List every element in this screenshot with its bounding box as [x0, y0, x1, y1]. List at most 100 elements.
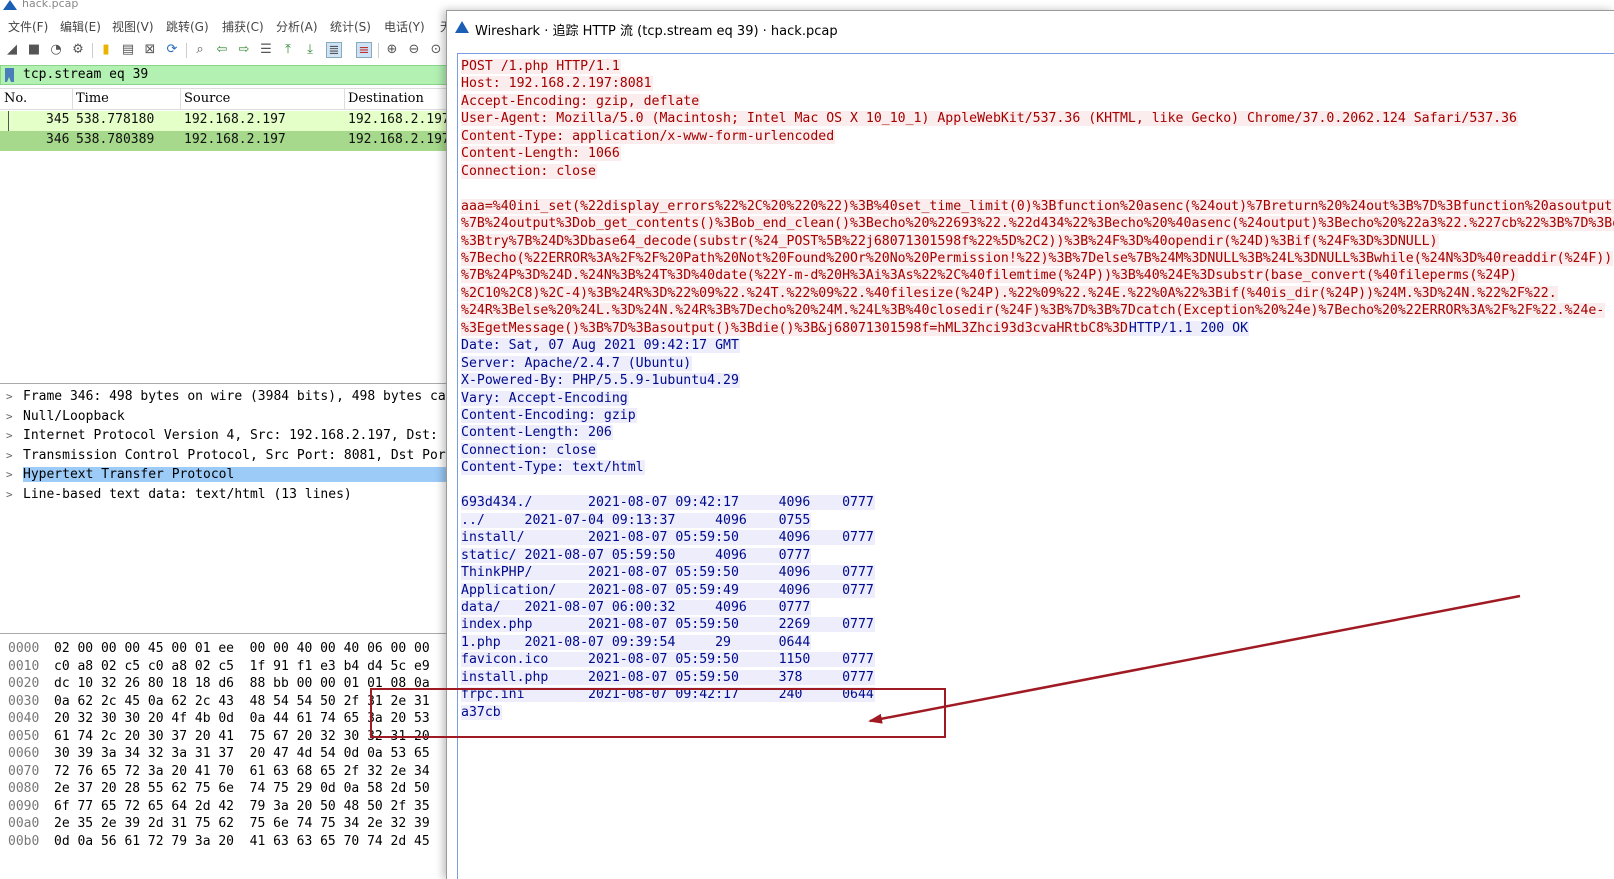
stream-content[interactable]: POST /1.php HTTP/1.1 Host: 192.168.2.197:…	[457, 53, 1614, 879]
hex-offset: 0070	[8, 763, 40, 779]
menu-edit[interactable]: 编辑(E)	[60, 18, 101, 35]
column-no[interactable]: No.	[4, 91, 27, 106]
hex-row[interactable]: 00a0 2e 35 2e 39 2d 31 75 62 75 6e 74 75 …	[0, 816, 458, 833]
hex-offset: 0040	[8, 711, 40, 726]
main-toolbar: ◢ ■ ◔ ⚙ ▮ ▤ ⊠ ⟳ ⌕ ⇦ ⇨ ☰ ⤒ ⤓ ≣ ≡ ⊕ ⊖ ⊙	[0, 40, 458, 62]
capture-options-icon[interactable]: ⚙	[70, 42, 86, 58]
client-text: Connection: close	[461, 163, 597, 179]
display-filter-bar[interactable]: tcp.stream eq 39	[0, 65, 458, 85]
menu-statistics[interactable]: 统计(S)	[330, 18, 371, 35]
last-packet-icon[interactable]: ⤓	[302, 42, 318, 58]
stream-line: Content-Length: 206	[461, 424, 613, 441]
detail-line-based-text[interactable]: > Line-based text data: text/html (13 lin…	[0, 486, 458, 506]
stream-line: POST /1.php HTTP/1.1	[461, 58, 621, 75]
packet-list: No. Time Source Destination 345 538.7781…	[0, 88, 458, 384]
detail-ipv4[interactable]: > Internet Protocol Version 4, Src: 192.1…	[0, 427, 458, 447]
restart-capture-icon[interactable]: ◔	[48, 42, 64, 58]
display-filter-input[interactable]: tcp.stream eq 39	[23, 67, 148, 82]
hex-bytes[interactable]: 72 76 65 72 3a 20 41 70 61 63 68 65 2f 3…	[54, 764, 430, 779]
reload-file-icon[interactable]: ⟳	[164, 42, 180, 58]
menu-file[interactable]: 文件(F)	[8, 18, 48, 35]
stream-line: X-Powered-By: PHP/5.5.9-1ubuntu4.29	[461, 372, 740, 389]
packet-list-header: No. Time Source Destination	[0, 89, 458, 110]
open-file-icon[interactable]: ▮	[98, 42, 114, 58]
client-text: Content-Length: 1066	[461, 146, 621, 162]
packet-no: 345	[46, 112, 70, 127]
zoom-out-icon[interactable]: ⊖	[406, 42, 422, 58]
hex-bytes[interactable]: 30 39 3a 34 32 3a 31 37 20 47 4d 54 0d 0…	[54, 746, 430, 761]
hex-row[interactable]: 0070 72 76 65 72 3a 20 41 70 61 63 68 65 …	[0, 764, 458, 781]
hex-bytes[interactable]: 2e 37 20 28 55 62 75 6e 74 75 29 0d 0a 5…	[54, 781, 430, 796]
hex-row[interactable]: 0080 2e 37 20 28 55 62 75 6e 74 75 29 0d …	[0, 781, 458, 798]
stop-capture-icon[interactable]: ■	[26, 42, 42, 58]
hex-bytes[interactable]: 0d 0a 56 61 72 79 3a 20 41 63 63 65 70 7…	[54, 834, 430, 849]
detail-http[interactable]: > Hypertext Transfer Protocol	[0, 466, 458, 486]
go-to-packet-icon[interactable]: ☰	[258, 42, 274, 58]
zoom-in-icon[interactable]: ⊕	[384, 42, 400, 58]
menu-capture[interactable]: 捕获(C)	[222, 18, 264, 35]
hex-bytes[interactable]: c0 a8 02 c5 c0 a8 02 c5 1f 91 f1 e3 b4 d…	[54, 659, 430, 674]
stream-line: 1.php 2021-08-07 09:39:54 29 0644	[461, 634, 812, 651]
bookmark-icon[interactable]	[5, 68, 14, 82]
column-time[interactable]: Time	[76, 91, 109, 106]
chevron-right-icon[interactable]: >	[6, 488, 13, 501]
close-file-icon[interactable]: ⊠	[142, 42, 158, 58]
packet-row[interactable]: 345 538.778180 192.168.2.197 192.168.2.1…	[0, 111, 458, 131]
column-source[interactable]: Source	[184, 91, 230, 106]
menu-analyze[interactable]: 分析(A)	[276, 18, 318, 35]
hex-offset: 00b0	[8, 833, 40, 849]
chevron-right-icon[interactable]: >	[6, 410, 13, 423]
client-text: User-Agent: Mozilla/5.0 (Macintosh; Inte…	[461, 111, 1518, 127]
stream-line: %7Becho(%22ERROR%3A%2F%2F%20Path%20Not%2…	[461, 250, 1614, 267]
hex-row[interactable]: 0000 02 00 00 00 45 00 01 ee 00 00 40 00 …	[0, 641, 458, 658]
hex-bytes[interactable]: 6f 77 65 72 65 64 2d 42 79 3a 20 50 48 5…	[54, 799, 430, 814]
server-text: Content-Encoding: gzip	[461, 408, 637, 423]
stream-line: Vary: Accept-Encoding	[461, 390, 629, 407]
menu-telephony[interactable]: 电话(Y)	[384, 18, 425, 35]
server-text: X-Powered-By: PHP/5.5.9-1ubuntu4.29	[461, 373, 740, 389]
autoscroll-icon[interactable]: ≣	[326, 42, 342, 58]
server-text: ThinkPHP/ 2021-08-07 05:59:50 4096 0777	[461, 565, 875, 581]
hex-row[interactable]: 0010 c0 a8 02 c5 c0 a8 02 c5 1f 91 f1 e3 …	[0, 659, 458, 676]
wireshark-logo-icon	[455, 21, 469, 33]
client-text: %7B%24output%3Dob_get_contents()%3Bob_en…	[461, 216, 1614, 232]
stream-line: Date: Sat, 07 Aug 2021 09:42:17 GMT	[461, 337, 740, 354]
hex-offset: 0060	[8, 746, 40, 761]
stream-line: %3Btry%7B%24D%3Dbase64_decode(substr(%24…	[461, 233, 1439, 250]
main-title-bar: hack.pcap	[0, 0, 458, 12]
stream-line: static/ 2021-08-07 05:59:50 4096 0777	[461, 547, 812, 564]
find-packet-icon[interactable]: ⌕	[192, 42, 208, 58]
hex-row[interactable]: 0090 6f 77 65 72 65 64 2d 42 79 3a 20 50 …	[0, 799, 458, 816]
stream-line: ThinkPHP/ 2021-08-07 05:59:50 4096 0777	[461, 564, 875, 581]
hex-row[interactable]: 00b0 0d 0a 56 61 72 79 3a 20 41 63 63 65 …	[0, 834, 458, 851]
menu-view[interactable]: 视图(V)	[112, 18, 154, 35]
column-destination[interactable]: Destination	[348, 91, 424, 106]
go-forward-icon[interactable]: ⇨	[236, 42, 252, 58]
menu-go[interactable]: 跳转(G)	[166, 18, 209, 35]
start-capture-icon[interactable]: ◢	[4, 42, 20, 58]
detail-tcp[interactable]: > Transmission Control Protocol, Src Port…	[0, 447, 458, 467]
stream-line: %24R%3Belse%20%24L.%3D%24N.%24R%3B%7Dech…	[461, 302, 1606, 319]
chevron-right-icon[interactable]: >	[6, 390, 13, 403]
first-packet-icon[interactable]: ⤒	[280, 42, 296, 58]
zoom-reset-icon[interactable]: ⊙	[428, 42, 444, 58]
client-text: %2C10%2C8)%2C-4)%3B%24R%3D%22%09%22.%24T…	[461, 285, 1558, 301]
hex-bytes[interactable]: 02 00 00 00 45 00 01 ee 00 00 40 00 40 0…	[54, 641, 430, 656]
chevron-right-icon[interactable]: >	[6, 449, 13, 462]
detail-null-loopback[interactable]: > Null/Loopback	[0, 408, 458, 428]
server-text: Application/ 2021-08-07 05:59:49 4096 07…	[461, 582, 875, 598]
client-text: aaa=%40ini_set(%22display_errors%22%2C%2…	[461, 198, 1614, 214]
stream-line: ../ 2021-07-04 09:13:37 4096 0755	[461, 512, 812, 529]
stream-line: Content-Type: text/html	[461, 459, 645, 476]
packet-row-selected[interactable]: 346 538.780389 192.168.2.197 192.168.2.1…	[0, 131, 458, 151]
hex-bytes[interactable]: 2e 35 2e 39 2d 31 75 62 75 6e 74 75 34 2…	[54, 816, 430, 831]
colorize-icon[interactable]: ≡	[356, 42, 372, 58]
main-window-title: hack.pcap	[22, 0, 79, 10]
hex-row[interactable]: 0060 30 39 3a 34 32 3a 31 37 20 47 4d 54 …	[0, 746, 458, 763]
save-file-icon[interactable]: ▤	[120, 42, 136, 58]
go-back-icon[interactable]: ⇦	[214, 42, 230, 58]
client-text: POST /1.php HTTP/1.1	[461, 59, 621, 74]
chevron-right-icon[interactable]: >	[6, 468, 13, 481]
detail-frame[interactable]: > Frame 346: 498 bytes on wire (3984 bits…	[0, 388, 458, 408]
chevron-right-icon[interactable]: >	[6, 429, 13, 442]
